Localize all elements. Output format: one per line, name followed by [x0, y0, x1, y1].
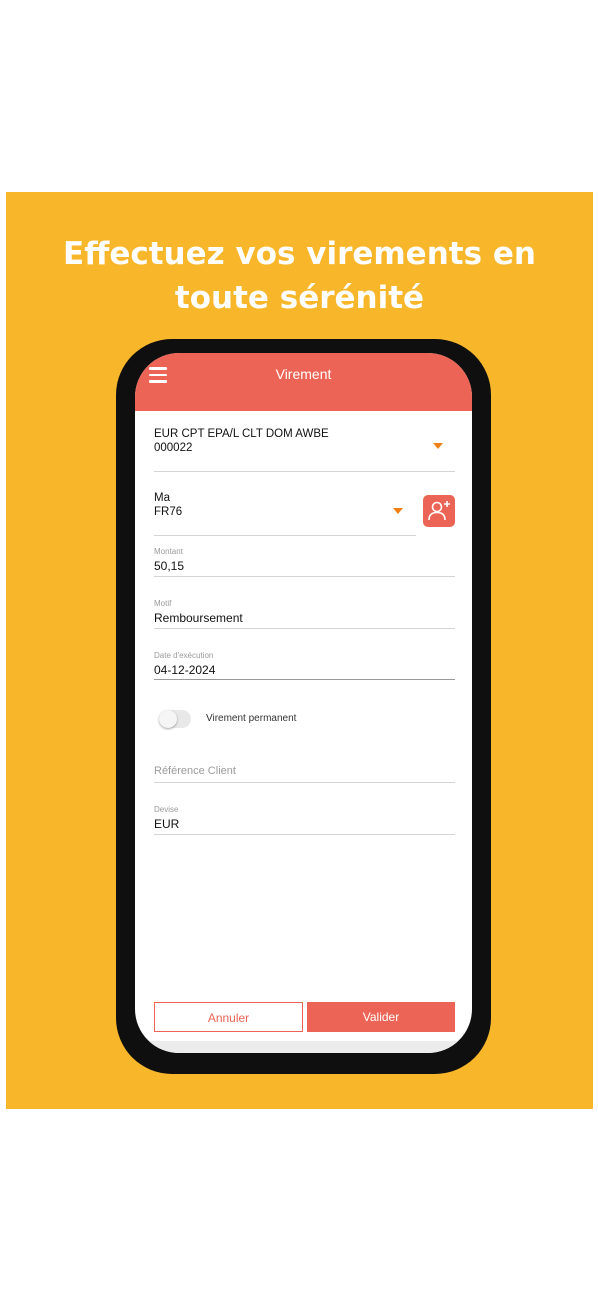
reason-value: Remboursement — [154, 611, 243, 625]
reason-label: Motif — [154, 599, 172, 608]
divider — [154, 535, 416, 536]
amount-label: Montant — [154, 547, 183, 556]
page-title: Virement — [275, 366, 332, 382]
execution-date-label: Date d'exécution — [154, 651, 214, 660]
submit-button[interactable]: Valider — [307, 1002, 455, 1032]
currency-label: Devise — [154, 805, 179, 814]
divider — [154, 576, 455, 577]
divider — [154, 834, 455, 835]
currency-value: EUR — [154, 817, 180, 831]
add-contact-icon — [428, 501, 450, 521]
debit-account-select[interactable]: EUR CPT EPA/L CLT DOM AWBE 000022 — [154, 427, 454, 461]
permanent-transfer-label: Virement permanent — [206, 713, 297, 724]
reason-field[interactable]: Motif Remboursement — [154, 599, 454, 625]
client-reference-field[interactable]: Référence Client — [154, 765, 454, 777]
divider — [154, 471, 455, 472]
amount-field[interactable]: Montant 50,15 — [154, 547, 454, 573]
execution-date-field[interactable]: Date d'exécution 04-12-2024 — [154, 651, 454, 677]
debit-account-number: 000022 — [154, 442, 193, 454]
app-header: Virement — [135, 353, 472, 411]
execution-date-value: 04-12-2024 — [154, 663, 216, 677]
promo-headline: Effectuez vos virements en toute sérénit… — [6, 232, 593, 320]
promo-banner: Effectuez vos virements en toute sérénit… — [6, 192, 593, 1109]
divider — [154, 628, 455, 629]
phone-screen: Virement EUR CPT EPA/L CLT DOM AWBE 0000… — [135, 353, 472, 1053]
permanent-transfer-toggle[interactable] — [159, 710, 191, 728]
chevron-down-icon — [433, 443, 443, 449]
add-contact-button[interactable] — [423, 495, 455, 527]
client-reference-placeholder: Référence Client — [154, 765, 236, 777]
toggle-knob — [159, 710, 177, 728]
beneficiary-iban: FR76 — [154, 506, 183, 518]
beneficiary-name: Ma — [154, 492, 170, 504]
bottom-bar — [135, 1041, 472, 1053]
amount-value: 50,15 — [154, 559, 185, 573]
phone-frame: Virement EUR CPT EPA/L CLT DOM AWBE 0000… — [116, 339, 491, 1074]
currency-field[interactable]: Devise EUR — [154, 805, 454, 831]
debit-account-name: EUR CPT EPA/L CLT DOM AWBE — [154, 428, 329, 440]
beneficiary-select[interactable]: Ma FR76 — [154, 491, 414, 525]
headline-line-1: Effectuez vos virements en — [63, 236, 536, 272]
headline-line-2: toute sérénité — [174, 280, 425, 316]
cancel-button[interactable]: Annuler — [154, 1002, 303, 1032]
chevron-down-icon — [393, 508, 403, 514]
divider — [154, 782, 455, 783]
divider — [154, 679, 455, 680]
